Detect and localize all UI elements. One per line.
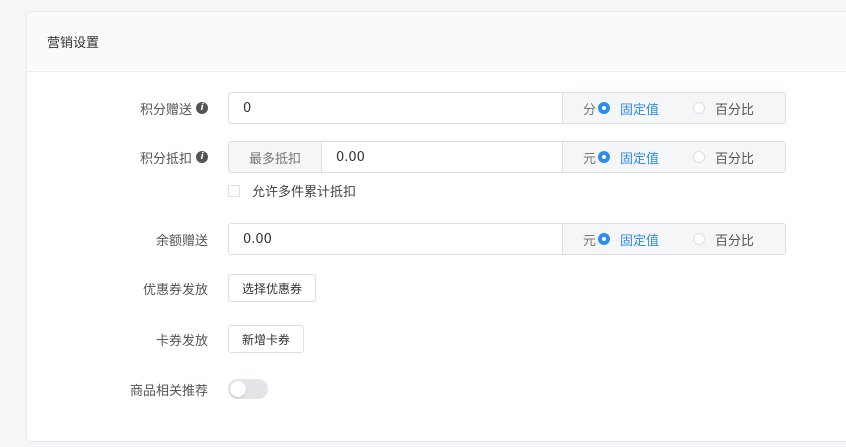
info-icon[interactable]: i — [196, 102, 208, 114]
radio-fixed[interactable]: 固定值 — [598, 99, 659, 118]
coupon-label: 优惠券发放 — [142, 282, 208, 298]
radio-checked-icon — [598, 102, 611, 114]
radio-percent-label: 百分比 — [715, 233, 755, 249]
select-coupon-button[interactable]: 选择优惠券 — [228, 274, 317, 302]
recommend-toggle[interactable] — [228, 379, 268, 399]
radio-checked-icon — [598, 233, 611, 245]
marketing-settings-panel: 营销设置 积分赠送 i 0 分 固定值 百分比 积分抵扣 i 最多抵扣 0.00… — [26, 11, 846, 442]
toggle-knob — [230, 381, 246, 397]
radio-percent[interactable]: 百分比 — [693, 99, 754, 118]
radio-percent-label: 百分比 — [715, 151, 755, 167]
points-gift-label: 积分赠送 i — [140, 92, 208, 124]
points-gift-label-text: 积分赠送 — [139, 102, 192, 118]
radio-fixed-label: 固定值 — [620, 233, 660, 249]
balance-gift-input-group: 0.00 元 固定值 百分比 — [228, 223, 786, 255]
radio-unchecked-icon — [693, 233, 706, 245]
radio-percent[interactable]: 百分比 — [693, 148, 754, 167]
points-gift-input[interactable]: 0 — [229, 93, 562, 123]
info-icon[interactable]: i — [196, 151, 208, 163]
radio-checked-icon — [598, 151, 611, 163]
card-label: 卡券发放 — [155, 333, 208, 349]
balance-gift-suffix: 元 固定值 百分比 — [562, 224, 785, 254]
points-gift-input-group: 0 分 固定值 百分比 — [228, 92, 786, 124]
points-deduct-prefix: 最多抵扣 — [229, 142, 322, 172]
balance-gift-label: 余额赠送 — [155, 233, 208, 249]
allow-accumulate-checkbox-row[interactable]: 允许多件累计抵扣 — [228, 181, 356, 200]
allow-accumulate-label: 允许多件累计抵扣 — [252, 185, 357, 200]
radio-unchecked-icon — [693, 151, 706, 163]
balance-gift-unit: 元 — [583, 233, 597, 249]
radio-percent[interactable]: 百分比 — [693, 230, 754, 249]
points-deduct-label: 积分抵扣 i — [140, 141, 208, 173]
add-card-button[interactable]: 新增卡券 — [228, 325, 305, 353]
radio-unchecked-icon — [693, 102, 706, 114]
points-gift-unit: 分 — [583, 102, 597, 118]
balance-gift-input[interactable]: 0.00 — [229, 224, 562, 254]
radio-percent-label: 百分比 — [715, 102, 755, 118]
points-deduct-suffix: 元 固定值 百分比 — [562, 142, 785, 172]
points-deduct-label-text: 积分抵扣 — [139, 151, 192, 167]
panel-title: 营销设置 — [27, 12, 846, 72]
points-deduct-unit: 元 — [583, 151, 597, 167]
radio-fixed-label: 固定值 — [620, 151, 660, 167]
recommend-label: 商品相关推荐 — [129, 383, 208, 399]
allow-accumulate-checkbox[interactable] — [228, 184, 240, 197]
radio-fixed-label: 固定值 — [620, 102, 660, 118]
points-deduct-input[interactable]: 0.00 — [322, 142, 562, 172]
points-deduct-input-group: 最多抵扣 0.00 元 固定值 百分比 — [228, 141, 786, 173]
radio-fixed[interactable]: 固定值 — [598, 148, 659, 167]
points-gift-suffix: 分 固定值 百分比 — [562, 93, 785, 123]
radio-fixed[interactable]: 固定值 — [598, 230, 659, 249]
